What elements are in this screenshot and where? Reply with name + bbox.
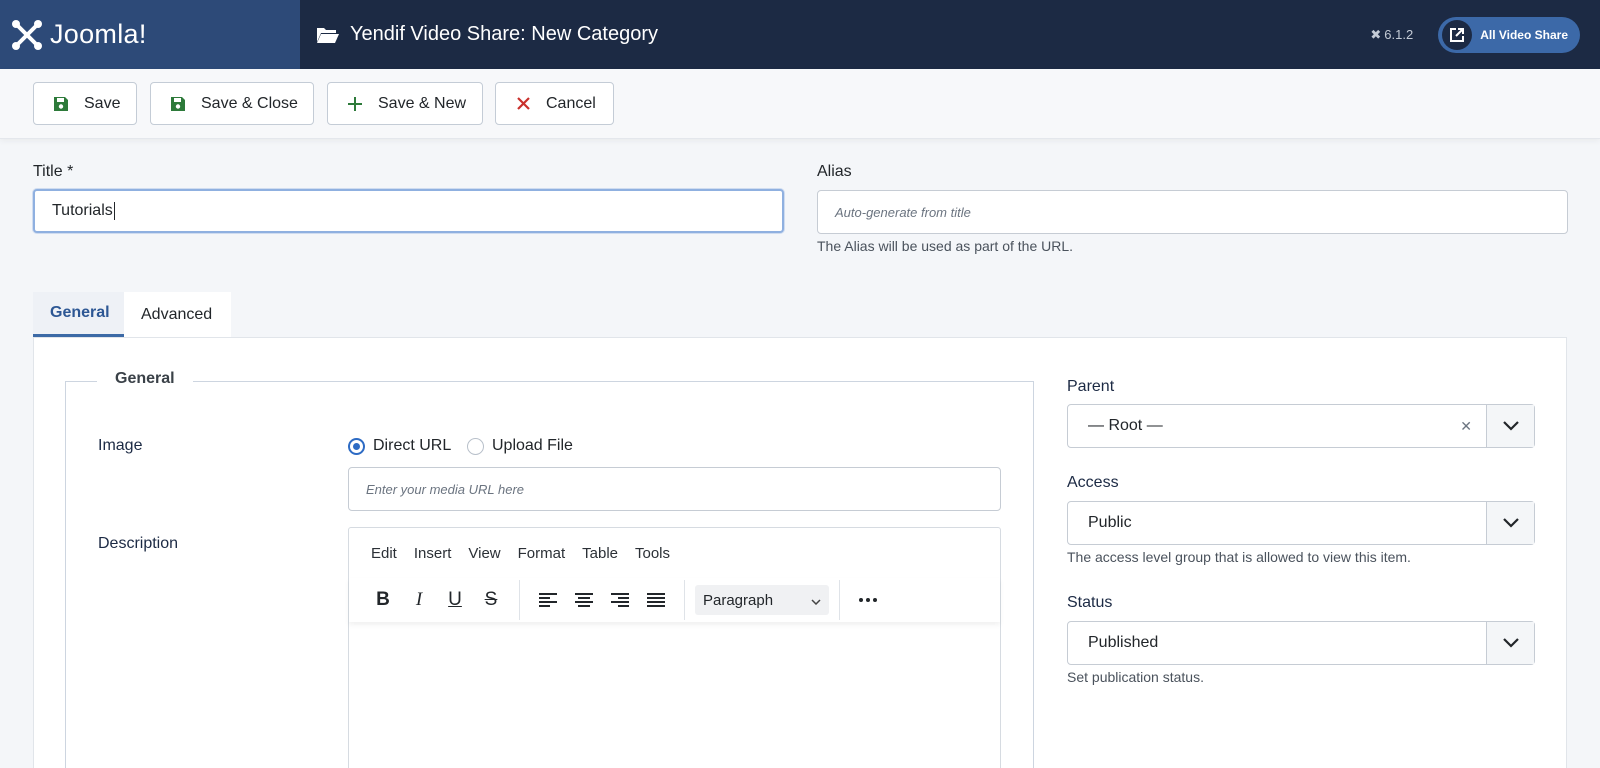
general-legend: General (97, 370, 193, 388)
bold-icon[interactable]: B (365, 585, 401, 615)
editor-menubar: Edit Insert View Format Table Tools (349, 528, 1000, 578)
status-help: Set publication status. (1067, 669, 1204, 685)
chevron-down-icon[interactable] (1486, 405, 1534, 447)
access-select[interactable]: Public (1067, 501, 1535, 545)
radio-direct-label: Direct URL (373, 437, 452, 454)
text-caret (113, 202, 115, 220)
radio-checked-icon (348, 437, 365, 455)
cancel-button[interactable]: Cancel (495, 82, 614, 125)
block-format-value: Paragraph (703, 591, 774, 609)
save-label: Save (84, 94, 121, 112)
joomla-logo-icon (10, 18, 44, 52)
menu-view[interactable]: View (468, 545, 500, 562)
menu-insert[interactable]: Insert (414, 545, 452, 562)
version-info: ✖ 6.1.2 (1370, 27, 1413, 43)
plus-icon (346, 96, 364, 111)
radio-upload-file[interactable]: Upload File (467, 437, 573, 455)
view-site-label: All Video Share (1480, 27, 1568, 42)
status-value: Published (1088, 634, 1159, 651)
logo-text: Joomla! (50, 19, 147, 49)
access-label: Access (1067, 474, 1119, 491)
align-center-icon[interactable] (566, 585, 602, 615)
radio-upload-label: Upload File (492, 437, 573, 454)
save-new-label: Save & New (378, 94, 467, 112)
radio-direct-url[interactable]: Direct URL (348, 437, 451, 455)
image-label: Image (98, 437, 143, 454)
parent-select[interactable]: — Root — ✕ (1067, 404, 1535, 448)
external-link-icon (1442, 19, 1473, 50)
joomla-logo[interactable]: Joomla! (0, 0, 300, 69)
page-title-text: Yendif Video Share: New Category (350, 23, 658, 45)
align-right-icon[interactable] (602, 585, 638, 615)
toolbar-divider (519, 580, 520, 620)
save-button[interactable]: Save (33, 82, 137, 125)
menu-edit[interactable]: Edit (371, 545, 397, 562)
save-icon (169, 96, 187, 112)
save-new-button[interactable]: Save & New (327, 82, 483, 125)
save-close-label: Save & Close (201, 94, 298, 112)
align-left-icon[interactable] (530, 585, 566, 615)
alias-help: The Alias will be used as part of the UR… (817, 238, 1074, 254)
folder-open-icon (316, 25, 340, 45)
close-icon (514, 97, 532, 110)
toolbar: Save Save & Close Save & New Cancel (0, 69, 1600, 139)
alias-label: Alias (817, 163, 852, 180)
parent-value: — Root — (1088, 417, 1163, 434)
save-icon (52, 96, 70, 112)
status-label: Status (1067, 594, 1113, 611)
top-header: Joomla! Yendif Video Share: New Category… (0, 0, 1600, 69)
chevron-down-icon[interactable] (1486, 502, 1534, 544)
chevron-down-icon (811, 592, 821, 609)
title-input[interactable]: Tutorials (33, 189, 784, 233)
editor-toolbar: B I U S Paragraph (349, 578, 1000, 622)
more-options-icon[interactable] (850, 585, 886, 615)
clear-icon[interactable]: ✕ (1460, 418, 1472, 435)
title-label: Title * (33, 163, 74, 180)
strikethrough-icon[interactable]: S (473, 585, 509, 615)
align-justify-icon[interactable] (638, 585, 674, 615)
tab-general[interactable]: General (33, 292, 124, 337)
alias-placeholder: Auto-generate from title (835, 204, 971, 220)
page-title: Yendif Video Share: New Category (316, 23, 658, 46)
tab-advanced[interactable]: Advanced (124, 292, 231, 337)
parent-label: Parent (1067, 378, 1115, 395)
access-help: The access level group that is allowed t… (1067, 549, 1411, 565)
save-close-button[interactable]: Save & Close (150, 82, 314, 125)
italic-icon[interactable]: I (401, 585, 437, 615)
menu-table[interactable]: Table (582, 545, 618, 562)
version-text: 6.1.2 (1384, 27, 1414, 42)
access-value: Public (1088, 514, 1132, 531)
status-select[interactable]: Published (1067, 621, 1535, 665)
menu-tools[interactable]: Tools (635, 545, 670, 562)
radio-unchecked-icon (467, 437, 484, 455)
alias-input[interactable]: Auto-generate from title (817, 190, 1568, 234)
chevron-down-icon[interactable] (1486, 622, 1534, 664)
description-editor[interactable]: Edit Insert View Format Table Tools B I … (348, 527, 1001, 768)
cancel-label: Cancel (546, 94, 596, 112)
toolbar-divider (684, 580, 685, 620)
description-label: Description (98, 535, 179, 552)
title-value: Tutorials (52, 202, 113, 219)
media-url-placeholder: Enter your media URL here (366, 481, 525, 497)
block-format-select[interactable]: Paragraph (695, 585, 829, 615)
toolbar-divider (839, 580, 840, 620)
menu-format[interactable]: Format (518, 545, 566, 562)
joomla-small-icon: ✖ (1370, 26, 1382, 42)
view-site-button[interactable]: All Video Share (1438, 16, 1580, 53)
media-url-input[interactable]: Enter your media URL here (348, 467, 1001, 511)
underline-icon[interactable]: U (437, 585, 473, 615)
